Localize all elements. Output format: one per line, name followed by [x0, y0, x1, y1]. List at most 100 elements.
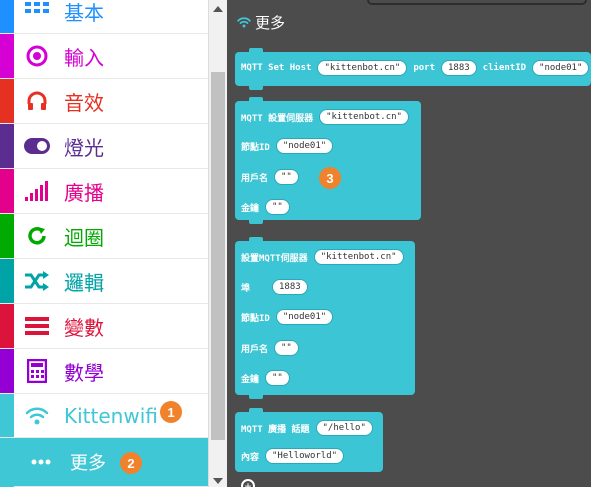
category-label: 更多 [70, 453, 106, 474]
block-row: 設置MQTT伺服器 "kittenbot.cn" [241, 249, 404, 265]
shuffle-icon [24, 259, 50, 303]
content-field[interactable]: "Helloworld" [265, 448, 345, 464]
username-field[interactable]: "" [274, 169, 299, 185]
category-label: Kittenwifi [64, 403, 158, 428]
key-field[interactable]: "" [265, 199, 290, 215]
block-row: 用戶名 "" [241, 340, 299, 356]
block-notch [249, 48, 263, 53]
category-variables[interactable]: 變數 [0, 304, 208, 349]
block-row: 金鑰 "" [241, 199, 290, 215]
category-stripe [0, 259, 14, 303]
calculator-icon [24, 349, 50, 393]
category-stripe [0, 79, 14, 123]
category-stripe [0, 394, 14, 437]
toolbox: 基本 輸入 音效 燈光 廣播 迴圈 邏輯 變數 數學 Kittenwifi 1 … [0, 0, 209, 487]
category-stripe [0, 438, 14, 487]
category-math[interactable]: 數學 [0, 349, 208, 394]
block-row: 金鑰 "" [241, 370, 290, 386]
block-label: 埠 [241, 283, 251, 294]
username-field[interactable]: "" [274, 340, 299, 356]
node-id-field[interactable]: "node01" [275, 138, 334, 154]
flyout-title-text: 更多 [255, 14, 286, 32]
key-field[interactable]: "" [265, 370, 290, 386]
block-set-mqtt-server[interactable]: 設置MQTT伺服器 "kittenbot.cn" 埠 1883 節點ID "no… [235, 237, 415, 399]
block-mqtt-server-setup[interactable]: MQTT 設置伺服器 "kittenbot.cn" 節點ID "node01" … [235, 97, 421, 224]
category-stripe [0, 0, 14, 33]
flyout-title: 更多 [237, 12, 285, 33]
scroll-up-arrow-icon[interactable] [213, 6, 223, 12]
category-stripe [0, 349, 14, 393]
block-label: 金鑰 [241, 203, 260, 214]
block-notch [249, 97, 263, 102]
block-label: MQTT 廣播 話題 [241, 424, 310, 435]
block-label: 用戶名 [241, 173, 269, 184]
block-label: clientID [482, 63, 527, 73]
block-notch [249, 237, 263, 242]
grid-icon [24, 0, 50, 33]
category-label: 廣播 [64, 180, 104, 205]
category-label: 變數 [64, 315, 104, 340]
block-label: MQTT 設置伺服器 [241, 113, 314, 124]
block-row: MQTT 廣播 話題 "/hello" [241, 420, 373, 436]
category-label: 輸入 [64, 45, 104, 70]
category-logic[interactable]: 邏輯 [0, 259, 208, 304]
category-sound[interactable]: 音效 [0, 79, 208, 124]
scroll-thumb[interactable] [211, 72, 225, 440]
category-label: 音效 [64, 90, 104, 115]
block-row: MQTT Set Host "kittenbot.cn" port 1883 c… [241, 60, 590, 76]
block-mqtt-set-host[interactable]: MQTT Set Host "kittenbot.cn" port 1883 c… [235, 48, 591, 90]
block-label: 節點ID [241, 142, 270, 153]
category-label: 燈光 [64, 135, 104, 160]
category-radio[interactable]: 廣播 [0, 169, 208, 214]
headphones-icon [24, 79, 50, 123]
block-row: 埠 1883 [241, 279, 308, 295]
category-more[interactable]: 更多 2 [14, 438, 208, 487]
node-id-field[interactable]: "node01" [275, 309, 334, 325]
category-stripe [0, 34, 14, 78]
block-row: 用戶名 "" [241, 169, 299, 185]
category-label: 迴圈 [64, 225, 104, 250]
block-label: 用戶名 [241, 344, 269, 355]
host-field[interactable]: "kittenbot.cn" [317, 60, 408, 76]
annotation-badge-2: 2 [120, 452, 142, 474]
block-row: 節點ID "node01" [241, 138, 334, 154]
block-label: port [413, 63, 435, 73]
toolbox-scrollbar[interactable] [209, 0, 227, 487]
category-label: 數學 [64, 360, 104, 385]
block-nub [249, 85, 263, 90]
port-field[interactable]: 1883 [272, 279, 308, 295]
category-stripe [0, 214, 14, 258]
add-plus-icon[interactable]: + [241, 479, 255, 487]
wifi-icon [24, 394, 50, 437]
block-nub [249, 219, 263, 224]
radio-target-icon [24, 34, 50, 78]
top-edge-decoration [367, 0, 587, 5]
client-id-field[interactable]: "node01" [532, 60, 590, 76]
block-row: MQTT 設置伺服器 "kittenbot.cn" [241, 109, 409, 125]
category-light[interactable]: 燈光 [0, 124, 208, 169]
block-nub [249, 394, 263, 399]
port-field[interactable]: 1883 [441, 60, 477, 76]
annotation-badge-1: 1 [160, 401, 182, 423]
host-field[interactable]: "kittenbot.cn" [319, 109, 409, 125]
category-input[interactable]: 輸入 [0, 34, 208, 79]
scroll-down-arrow-icon[interactable] [213, 478, 223, 484]
block-row: 節點ID "node01" [241, 309, 334, 325]
category-kittenwifi[interactable]: Kittenwifi 1 [0, 394, 208, 438]
toggle-icon [24, 124, 50, 168]
block-mqtt-publish[interactable]: MQTT 廣播 話題 "/hello" 內容 "Helloworld" [235, 408, 383, 472]
topic-field[interactable]: "/hello" [315, 420, 373, 436]
block-notch [249, 408, 263, 413]
host-field[interactable]: "kittenbot.cn" [313, 249, 404, 265]
block-label: 設置MQTT伺服器 [241, 253, 308, 264]
block-label: 節點ID [241, 313, 270, 324]
category-label: 邏輯 [64, 270, 104, 295]
block-label: MQTT Set Host [241, 63, 312, 73]
category-stripe [0, 304, 14, 348]
wifi-icon [237, 17, 251, 28]
block-label: 金鑰 [241, 374, 260, 385]
refresh-icon [24, 214, 50, 258]
category-basic[interactable]: 基本 [0, 0, 208, 34]
category-loops[interactable]: 迴圈 [0, 214, 208, 259]
more-dots-icon [28, 438, 54, 486]
